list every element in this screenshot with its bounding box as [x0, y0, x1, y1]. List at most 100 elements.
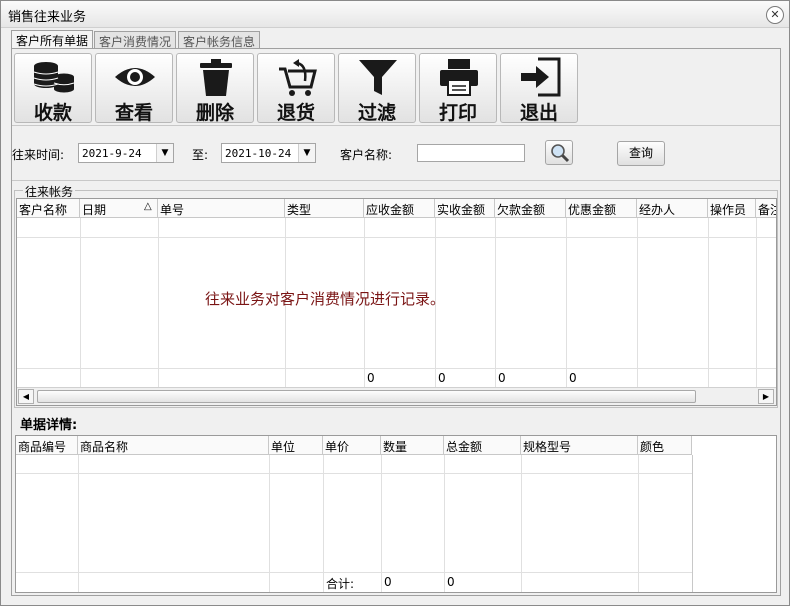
document-detail-label: 单据详情: — [20, 418, 78, 433]
customer-name-label: 客户名称: — [340, 148, 393, 162]
delete-label: 删除 — [195, 102, 234, 124]
total-received: 0 — [438, 371, 446, 385]
col-quantity[interactable]: 数量 — [381, 436, 444, 455]
tab-account-info[interactable]: 客户帐务信息 — [178, 31, 261, 49]
title-bar: 销售往来业务 ✕ — [1, 1, 789, 28]
col-operator[interactable]: 操作员 — [708, 199, 756, 218]
filter-divider — [12, 180, 780, 181]
tab-label: 客户所有单据 — [16, 34, 89, 48]
chevron-down-icon[interactable]: ▼ — [298, 144, 315, 162]
date-to-value: 2021-10-24 — [225, 147, 292, 160]
coins-icon — [33, 62, 75, 93]
print-label: 打印 — [438, 102, 477, 124]
eye-icon — [115, 68, 155, 86]
col-unit-price[interactable]: 单价 — [323, 436, 381, 455]
col-spec-model[interactable]: 规格型号 — [521, 436, 638, 455]
grid-line — [566, 218, 567, 387]
col-date[interactable]: 日期 △ — [80, 199, 158, 218]
col-unit[interactable]: 单位 — [269, 436, 323, 455]
grid-line — [158, 218, 159, 387]
col-date-label: 日期 — [82, 203, 107, 217]
exit-label: 退出 — [519, 102, 558, 124]
col-remark[interactable]: 备注 — [756, 199, 776, 218]
totals-row-line — [17, 368, 776, 369]
filter-label: 过滤 — [357, 102, 396, 124]
col-product-code[interactable]: 商品编号 — [16, 436, 78, 455]
exit-button[interactable]: 退出 — [500, 53, 578, 124]
tab-label: 客户消费情况 — [99, 35, 172, 49]
tab-consumption[interactable]: 客户消费情况 — [94, 31, 177, 49]
detail-total-label: 合计: — [326, 577, 355, 591]
query-button[interactable]: 查询 — [617, 141, 665, 166]
exit-icon — [521, 57, 561, 97]
to-label: 至: — [192, 148, 209, 162]
date-from-picker[interactable]: 2021-9-24 ▼ — [78, 143, 174, 163]
date-to-picker[interactable]: 2021-10-24 ▼ — [221, 143, 316, 163]
grid-line — [495, 218, 496, 387]
printer-icon — [440, 59, 478, 96]
magnifier-icon — [551, 144, 570, 163]
return-goods-button[interactable]: 退货 — [257, 53, 335, 124]
grid-bottom-line — [16, 592, 692, 593]
grid-row-line — [16, 473, 692, 474]
window-title: 销售往来业务 — [8, 10, 87, 25]
chevron-down-icon[interactable]: ▼ — [156, 144, 173, 162]
detail-grid-header: 商品编号 商品名称 单位 单价 数量 总金额 规格型号 颜色 — [16, 436, 692, 455]
detail-grid[interactable]: 商品编号 商品名称 单位 单价 数量 总金额 规格型号 颜色 合计: 0 0 — [15, 435, 777, 593]
trash-icon — [200, 59, 232, 96]
delete-button[interactable]: 删除 — [176, 53, 254, 124]
tab-panel: 收款 查看 删除 退货 过滤 打印 退出 往来时间: 2021-9-24 ▼ 至… — [11, 48, 781, 596]
scroll-thumb[interactable] — [37, 390, 696, 403]
ledger-grid[interactable]: 客户名称 日期 △ 单号 类型 应收金额 实收金额 欠款金额 优惠金额 经办人 … — [16, 198, 777, 406]
col-customer-name[interactable]: 客户名称 — [17, 199, 80, 218]
view-label: 查看 — [114, 102, 153, 124]
time-range-label: 往来时间: — [12, 148, 65, 162]
total-receivable: 0 — [367, 371, 375, 385]
grid-row-line — [17, 237, 776, 238]
close-button[interactable]: ✕ — [766, 6, 784, 24]
return-goods-label: 退货 — [276, 102, 315, 124]
col-total-amount[interactable]: 总金额 — [444, 436, 521, 455]
sort-ascending-icon: △ — [144, 201, 152, 212]
col-discount[interactable]: 优惠金额 — [566, 199, 637, 218]
col-handler[interactable]: 经办人 — [637, 199, 708, 218]
col-receivable[interactable]: 应收金额 — [364, 199, 435, 218]
totals-row-line — [16, 572, 692, 573]
detail-total-quantity: 0 — [384, 575, 392, 589]
customer-name-input[interactable] — [417, 144, 525, 162]
total-discount: 0 — [569, 371, 577, 385]
col-received[interactable]: 实收金额 — [435, 199, 495, 218]
funnel-icon — [359, 60, 397, 95]
col-arrears[interactable]: 欠款金额 — [495, 199, 566, 218]
search-button[interactable] — [545, 140, 573, 165]
horizontal-scrollbar[interactable]: ◀ ▶ — [17, 387, 776, 405]
date-from-value: 2021-9-24 — [82, 147, 142, 160]
col-color[interactable]: 颜色 — [638, 436, 692, 455]
scroll-right-icon[interactable]: ▶ — [758, 389, 774, 404]
detail-total-amount: 0 — [447, 575, 455, 589]
total-arrears: 0 — [498, 371, 506, 385]
ledger-group: 往来帐务 客户名称 日期 △ 单号 类型 应收金额 实收金额 欠款金额 优惠金额… — [14, 183, 778, 408]
sales-ledger-window: 销售往来业务 ✕ 客户所有单据 客户消费情况 客户帐务信息 收款 查看 删除 退… — [0, 0, 790, 606]
cart-return-icon — [279, 59, 317, 96]
col-doc-no[interactable]: 单号 — [158, 199, 285, 218]
filter-button[interactable]: 过滤 — [338, 53, 416, 124]
empty-message: 往来业务对客户消费情况进行记录。 — [205, 290, 446, 308]
tab-label: 客户帐务信息 — [183, 35, 256, 49]
grid-line — [708, 218, 709, 387]
view-button[interactable]: 查看 — [95, 53, 173, 124]
ledger-grid-header: 客户名称 日期 △ 单号 类型 应收金额 实收金额 欠款金额 优惠金额 经办人 … — [17, 199, 776, 218]
col-type[interactable]: 类型 — [285, 199, 364, 218]
grid-line — [80, 218, 81, 387]
receive-payment-label: 收款 — [33, 102, 72, 124]
close-icon: ✕ — [770, 8, 780, 21]
scroll-left-icon[interactable]: ◀ — [18, 389, 34, 404]
receive-payment-button[interactable]: 收款 — [14, 53, 92, 124]
toolbar-divider — [12, 125, 780, 126]
grid-line — [756, 218, 757, 387]
grid-line — [637, 218, 638, 387]
grid-line — [692, 455, 693, 592]
print-button[interactable]: 打印 — [419, 53, 497, 124]
tab-all-documents[interactable]: 客户所有单据 — [11, 30, 94, 49]
col-product-name[interactable]: 商品名称 — [78, 436, 269, 455]
